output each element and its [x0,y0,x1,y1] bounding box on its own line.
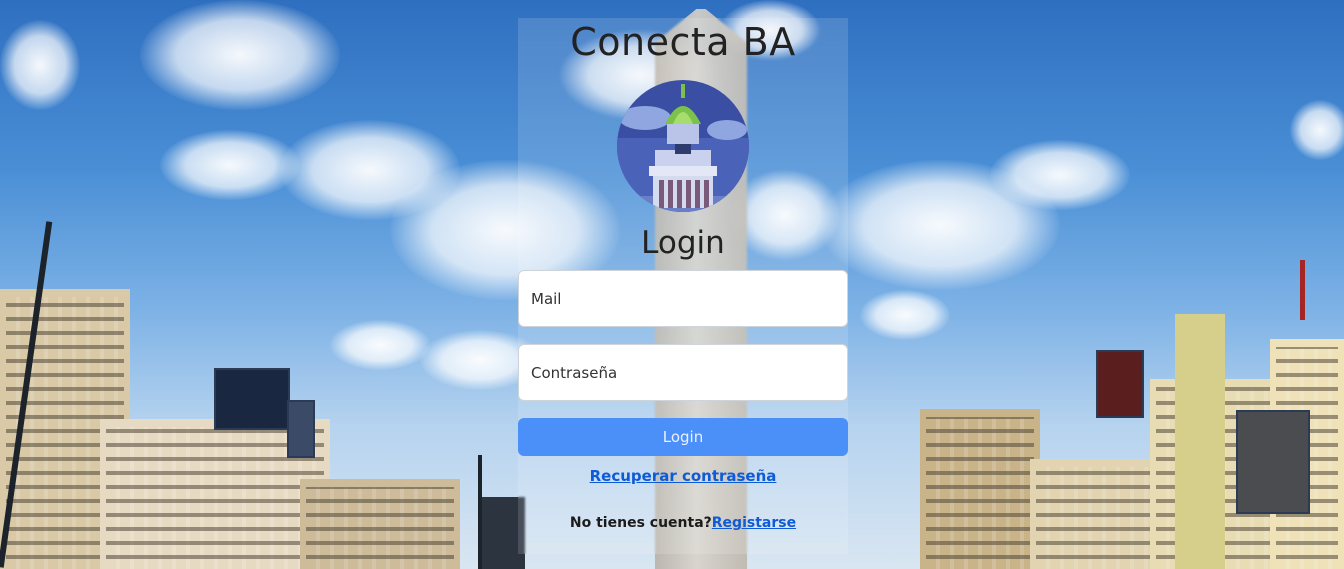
recover-password-link[interactable]: Recuperar contraseña [518,467,848,485]
app-title: Conecta BA [570,20,796,64]
login-button[interactable]: Login [518,418,848,456]
mail-input[interactable] [518,270,848,327]
signup-prompt: No tienes cuenta? [569,515,712,531]
signup-row: No tienes cuenta?Registarse [518,515,848,531]
congress-building-logo-icon [615,78,751,214]
signup-link[interactable]: Registarse [712,515,796,531]
login-page: Conecta BA Login Mail Login Recuperar co… [0,0,1344,569]
password-input[interactable] [518,344,848,401]
login-heading: Login [641,225,725,261]
